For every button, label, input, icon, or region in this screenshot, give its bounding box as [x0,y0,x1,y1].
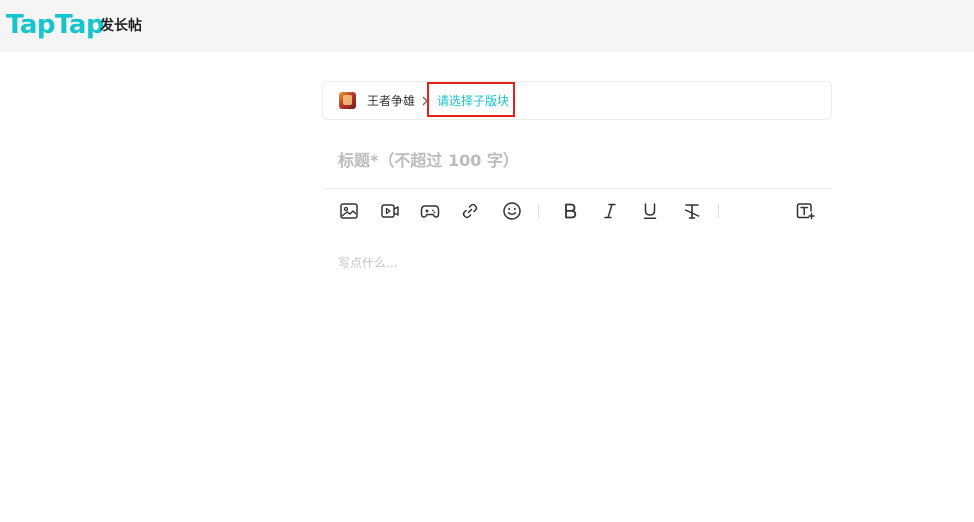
editor-toolbar [322,196,832,226]
insert-video-button[interactable] [377,198,403,224]
forum-breadcrumb: 王者争雄 请选择子版块 [322,81,832,120]
bold-icon [565,203,577,219]
emoji-icon [503,202,521,220]
insert-link-button[interactable] [457,198,483,224]
subforum-select[interactable]: 请选择子版块 [427,82,515,117]
insert-game-button[interactable] [417,198,443,224]
subforum-placeholder: 请选择子版块 [437,94,510,108]
divider [322,188,832,189]
game-avatar [339,92,356,109]
italic-button[interactable] [597,198,623,224]
game-name[interactable]: 王者争雄 [367,93,415,109]
text-style-button[interactable] [792,198,818,224]
title-input[interactable] [322,140,832,180]
page-title: 发长帖 [100,18,142,34]
italic-icon [604,203,616,219]
toolbar-divider [718,204,719,218]
clear-format-button[interactable] [679,198,705,224]
image-icon [340,203,358,219]
clear-format-icon [684,204,700,219]
toolbar-divider [538,204,539,218]
text-style-icon [796,203,815,220]
top-bar: TapTap 发长帖 [0,0,974,52]
taptap-logo[interactable]: TapTap [6,8,105,42]
video-icon [381,204,399,218]
underline-icon [643,203,657,220]
insert-emoji-button[interactable] [499,198,525,224]
content-input[interactable] [322,248,832,448]
bold-button[interactable] [557,198,583,224]
insert-image-button[interactable] [336,198,362,224]
underline-button[interactable] [637,198,663,224]
gamepad-icon [420,205,440,218]
link-icon [462,203,478,219]
